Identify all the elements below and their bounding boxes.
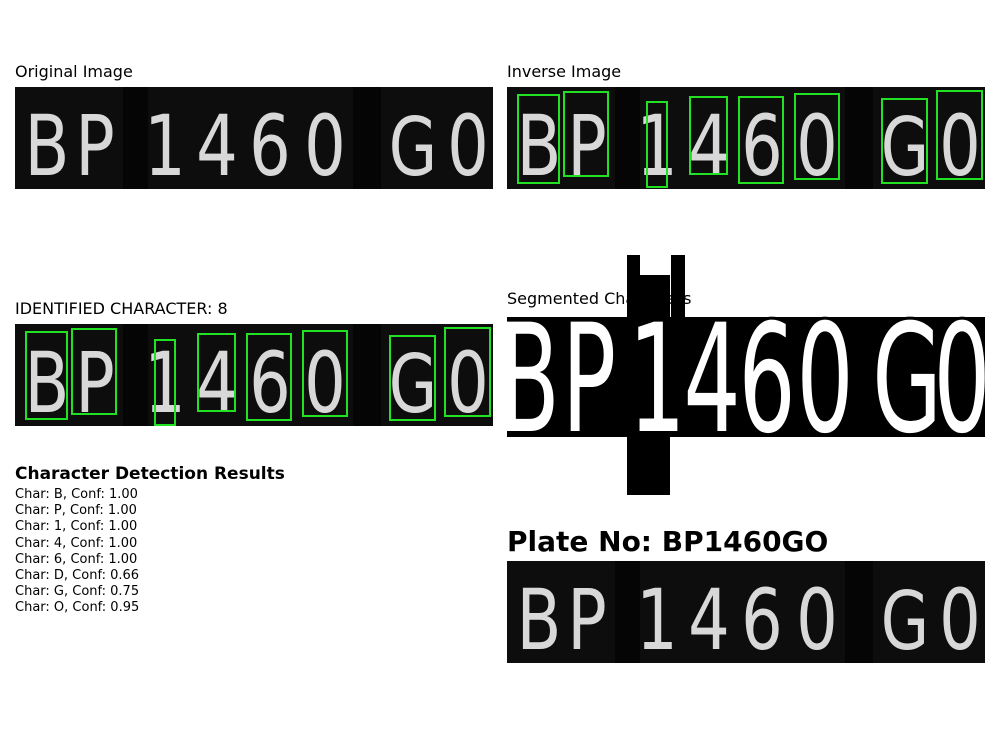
plate-glyph: 0	[447, 334, 489, 426]
detection-result-row: Char: 1, Conf: 1.00	[15, 519, 138, 535]
plate-glyph: 0	[304, 334, 346, 426]
plate-glyph: 0	[939, 97, 981, 189]
final-plate-image: BP1460G0	[507, 561, 985, 663]
plate-glyph: P	[567, 571, 607, 663]
plate-glyph: 0	[447, 97, 489, 189]
original-plate-image: BP1460G0	[15, 87, 493, 189]
original-image-title: Original Image	[15, 62, 133, 81]
segmented-glyph: 0	[933, 293, 985, 468]
plate-glyph: 0	[796, 571, 838, 663]
plate-glyph: 6	[249, 97, 291, 189]
identified-character-title: IDENTIFIED CHARACTER: 8	[15, 299, 228, 318]
plate-glyph: B	[517, 571, 562, 663]
identified-plate-image: BP1460G0	[15, 324, 493, 426]
inverse-plate-svg: BP1460G0	[517, 87, 983, 189]
plate-glyph: 0	[304, 97, 346, 189]
plate-glyph: P	[75, 97, 115, 189]
detection-results-list: Char: B, Conf: 1.00 Char: P, Conf: 1.00 …	[15, 487, 139, 617]
plate-glyph: G	[881, 574, 929, 663]
plate-gap	[353, 324, 381, 426]
plate-gap	[845, 561, 873, 663]
plate-glyph: G	[881, 100, 929, 189]
detection-result-row: Char: D, Conf: 0.66	[15, 568, 140, 584]
plate-glyph: 4	[196, 334, 238, 426]
segmented-glyph: 1	[628, 293, 685, 468]
plate-glyph: 0	[796, 97, 838, 189]
plate-glyph: G	[389, 337, 437, 426]
segmented-characters-svg: BP1460G0	[496, 255, 993, 495]
plate-gap	[845, 87, 873, 189]
plate-glyph: B	[25, 97, 70, 189]
detection-results-heading: Character Detection Results	[15, 464, 285, 484]
detection-result-row: Char: 6, Conf: 1.00	[15, 551, 138, 567]
plate-glyph: 6	[741, 571, 783, 663]
plate-glyph: 1	[144, 97, 186, 189]
segmented-glyph: 6	[738, 293, 795, 468]
inverse-plate-image: BP1460G0	[507, 87, 985, 189]
plate-glyph: 4	[196, 97, 238, 189]
detection-result-row: Char: O, Conf: 0.95	[15, 600, 140, 616]
plate-glyph: 1	[636, 571, 678, 663]
identified-plate-svg: BP1460G0	[25, 324, 491, 426]
detection-result-row: Char: 4, Conf: 1.00	[15, 535, 138, 551]
plate-glyph: G	[389, 100, 437, 189]
detection-result-row: Char: G, Conf: 0.75	[15, 584, 140, 600]
final-plate-svg: BP1460G0	[517, 561, 981, 663]
segmented-glyph: 4	[683, 293, 740, 468]
plate-glyph: 1	[144, 334, 186, 426]
detection-result-row: Char: B, Conf: 1.00	[15, 487, 138, 502]
detection-result-row: Char: P, Conf: 1.00	[15, 503, 137, 519]
plate-glyph: 6	[249, 334, 291, 426]
plate-glyph: 6	[741, 97, 783, 189]
plate-glyph: 1	[636, 97, 678, 189]
original-plate-svg: BP1460G0	[25, 87, 489, 189]
segmented-characters-image: BP1460G0	[496, 255, 993, 495]
inverse-image-title: Inverse Image	[507, 62, 622, 81]
plate-gap	[353, 87, 381, 189]
plate-glyph: 4	[688, 97, 730, 189]
plate-glyph: B	[25, 334, 70, 426]
segmented-glyph: P	[562, 293, 616, 468]
segmented-glyph: G	[872, 293, 942, 468]
plate-number-heading: Plate No: BP1460GO	[507, 525, 829, 558]
plate-glyph: B	[517, 97, 562, 189]
segmented-glyph: B	[507, 293, 560, 468]
segmented-glyph: 0	[796, 293, 853, 468]
plate-glyph: 4	[688, 571, 730, 663]
plate-glyph: 0	[939, 571, 981, 663]
plate-glyph: P	[75, 334, 115, 426]
